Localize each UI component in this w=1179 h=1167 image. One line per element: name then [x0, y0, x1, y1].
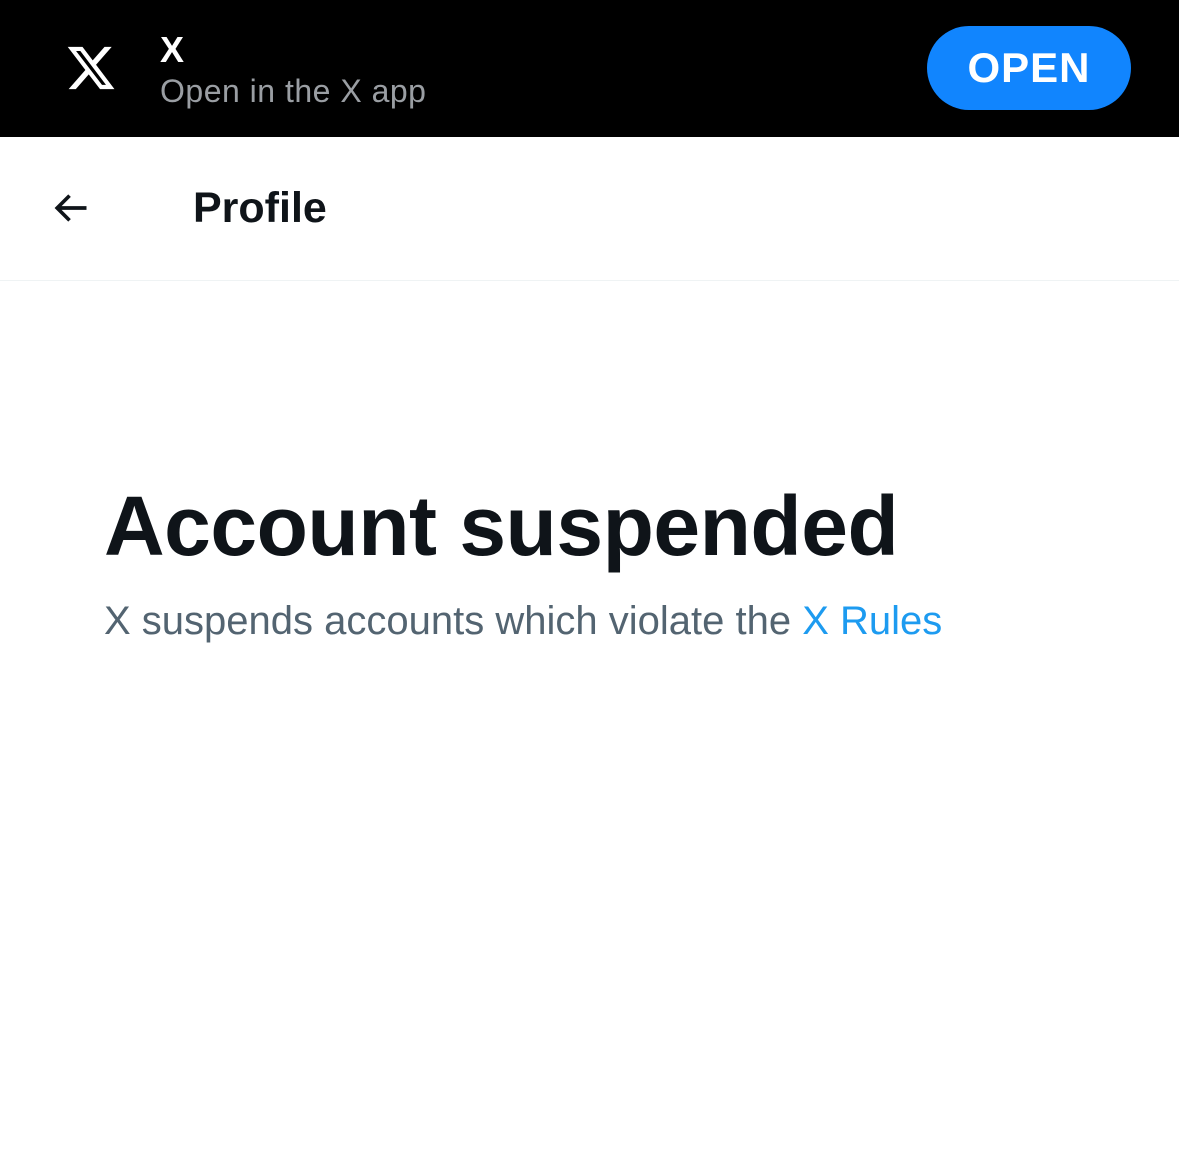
page-title: Profile	[193, 184, 327, 232]
x-rules-link[interactable]: X Rules	[802, 599, 942, 643]
banner-subtitle: Open in the X app	[160, 73, 427, 109]
suspended-message: X suspends accounts which violate the X …	[104, 596, 942, 646]
arrow-left-icon	[48, 186, 92, 235]
top-header: Profile	[0, 137, 1179, 281]
open-in-app-button[interactable]: OPEN	[927, 26, 1131, 110]
x-logo-icon	[64, 42, 118, 94]
app-banner: X Open in the X app OPEN	[0, 0, 1179, 137]
banner-text: X Open in the X app	[160, 28, 426, 110]
suspended-message-text: X suspends accounts which violate the	[104, 599, 792, 643]
suspended-heading: Account suspended	[104, 479, 899, 573]
banner-app-name: X	[160, 29, 185, 70]
back-button[interactable]	[40, 180, 100, 240]
